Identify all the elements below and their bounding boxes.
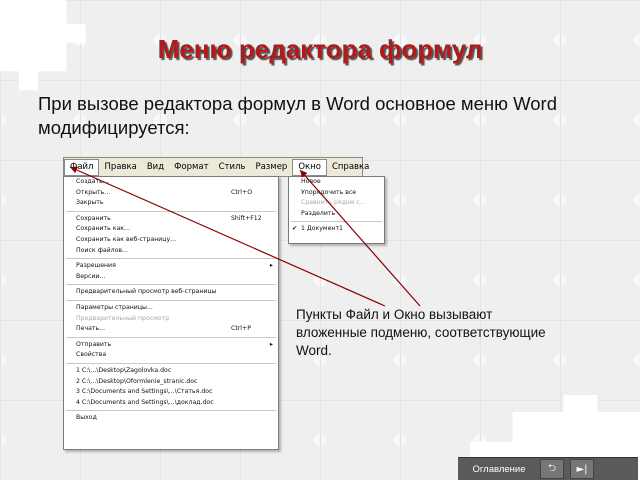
arrow-to-file-menu — [69, 166, 386, 307]
return-icon[interactable]: ⮌ — [540, 459, 564, 479]
contents-button[interactable]: Оглавление — [462, 460, 534, 478]
arrow-to-window-menu — [299, 169, 421, 307]
next-icon[interactable]: ►| — [570, 459, 594, 479]
callout-arrows — [69, 166, 421, 307]
explanation-note: Пункты Файл и Окно вызывают вложенные по… — [296, 307, 546, 358]
slide-navigation-bar: Оглавление ⮌ ►| — [458, 457, 638, 480]
